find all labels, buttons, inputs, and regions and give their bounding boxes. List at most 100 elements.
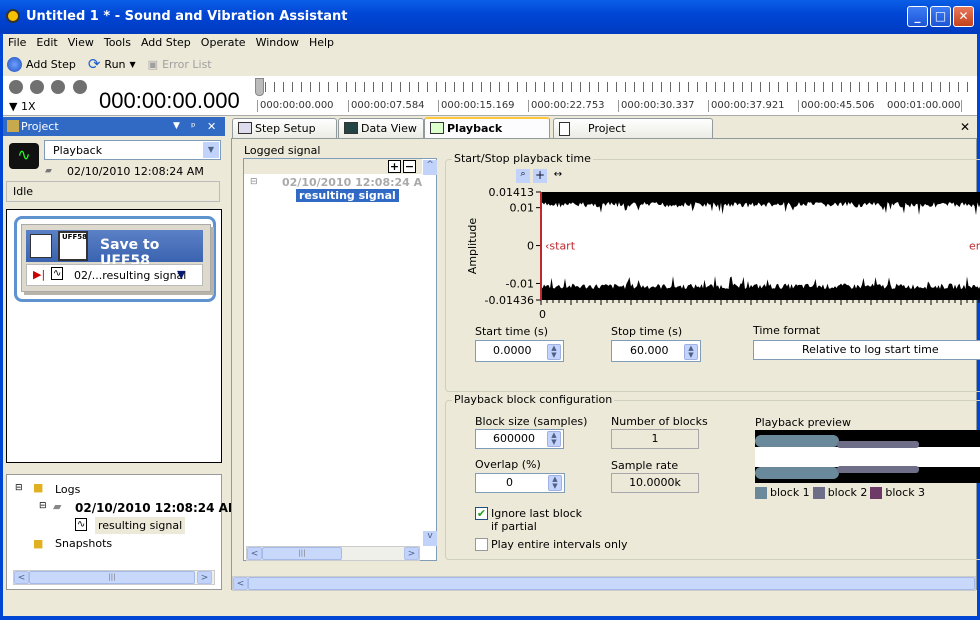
pause-icon[interactable]	[73, 80, 87, 94]
dropdown-arrow-icon[interactable]: ▼	[177, 268, 185, 281]
start-time-input[interactable]: 0.0000 ▲ ▼	[475, 340, 564, 362]
collapse-all-button[interactable]: −	[403, 160, 416, 173]
tree-log[interactable]: 02/10/2010 12:08:24 AM	[75, 501, 240, 515]
overlap-input[interactable]: 0 ▲ ▼	[475, 473, 565, 493]
tree-logs[interactable]: Logs	[55, 483, 80, 496]
menu-add-step[interactable]: Add Step	[136, 34, 196, 52]
timeline-tick	[508, 82, 509, 92]
tab-project-documentation[interactable]: Project Documentation	[553, 118, 713, 154]
timeline-tick	[490, 82, 491, 92]
entire-intervals-checkbox[interactable]	[475, 538, 488, 551]
stop-time-input[interactable]: 60.000 ▲ ▼	[611, 340, 701, 362]
timeline-slider[interactable]: 000:00:00.000 000:00:07.584 000:00:15.169 0…	[255, 78, 973, 114]
pin-icon[interactable]: ᵖ	[191, 117, 196, 136]
waveform-graph[interactable]: 0.01413 0.01 0 -0.01 -0.01436 0 Amplitude ‹star…	[446, 186, 980, 326]
transport-bar: ▼ 1X 000:00:00.000 000:00:00.000 000:00:0…	[3, 76, 977, 116]
menu-operate[interactable]: Operate	[196, 34, 251, 52]
pan-icon[interactable]: ↔	[550, 169, 566, 183]
timeline-label: 000:00:45.506	[798, 100, 875, 112]
timeline-tick	[598, 82, 599, 92]
plus-icon	[7, 56, 22, 72]
block-config-group: Playback block configuration Block size …	[445, 393, 980, 560]
tree-signal[interactable]: resulting signal	[95, 517, 186, 534]
timeline-tick	[859, 82, 860, 92]
end-cursor-label: end	[969, 240, 980, 253]
timeline-tick	[625, 82, 626, 92]
add-step-button[interactable]: Add Step	[3, 56, 80, 72]
collapse-icon[interactable]: ⊟	[39, 501, 47, 511]
timeline-tick	[526, 82, 527, 92]
overlap-value: 0	[506, 476, 513, 489]
tree-snapshots[interactable]: Snapshots	[55, 537, 112, 550]
horizontal-scrollbar[interactable]: < ||| >	[13, 570, 215, 585]
menu-view[interactable]: View	[63, 34, 99, 52]
horizontal-scrollbar[interactable]: < ||| >	[246, 546, 420, 561]
timeline-tick	[670, 82, 671, 92]
step-back-icon[interactable]	[30, 80, 44, 94]
zoom-icon[interactable]: ⌕	[516, 169, 530, 183]
ignore-last-checkbox[interactable]: ✔	[475, 507, 488, 520]
expand-all-button[interactable]: +	[388, 160, 401, 173]
timeline-tick	[283, 82, 284, 92]
close-button[interactable]: ✕	[953, 6, 974, 27]
spinner-icon[interactable]: ▲ ▼	[548, 475, 562, 491]
log-time: 02/10/2010 12:08:24 AM	[67, 165, 204, 178]
close-tab-icon[interactable]: ✕	[960, 120, 970, 134]
logged-log[interactable]: 02/10/2010 12:08:24 AM	[282, 176, 422, 189]
timeline-tick	[805, 82, 806, 92]
minimize-button[interactable]: _	[907, 6, 928, 27]
collapse-icon[interactable]: ⊟	[250, 177, 258, 187]
tab-data-view[interactable]: Data View	[338, 118, 424, 138]
tab-step-setup[interactable]: Step Setup	[232, 118, 337, 138]
menu-edit[interactable]: Edit	[31, 34, 62, 52]
panel-close-icon[interactable]: ✕	[207, 117, 216, 136]
timeline-tick	[391, 82, 392, 92]
cursor-icon[interactable]: +	[533, 169, 547, 183]
run-button[interactable]: ⟳ Run ▼	[84, 55, 140, 73]
step-input[interactable]: ▶| ∿ 02/...resulting signal ▼	[26, 264, 203, 286]
menu-file[interactable]: File	[3, 34, 31, 52]
time-format-select[interactable]: Relative to log start time	[753, 340, 980, 360]
project-title: Project	[21, 120, 59, 133]
project-panel: Project ▼ ᵖ ✕ ∿ Playback ▼ ▰ 02/10/2010 …	[3, 117, 240, 590]
preview-legend: block 1 block 2 block 3	[755, 486, 925, 499]
timeline-tick	[571, 82, 572, 92]
logged-signal-item[interactable]: resulting signal	[296, 189, 399, 202]
logged-signal-list[interactable]: + − ^ v ⊟ 02/10/2010 12:08:24 AM resulti…	[243, 158, 437, 561]
group-title: Start/Stop playback time	[452, 152, 593, 165]
block-size-input[interactable]: 600000 ▲ ▼	[475, 429, 564, 449]
title-bar: Untitled 1 * - Sound and Vibration Assis…	[0, 0, 980, 34]
scroll-up-icon[interactable]: ^	[423, 160, 437, 175]
maximize-button[interactable]: □	[930, 6, 951, 27]
menu-help[interactable]: Help	[304, 34, 339, 52]
panel-menu-icon[interactable]: ▼	[173, 117, 180, 136]
time-format-label: Time format	[753, 324, 821, 337]
time-display: 000:00:00.000	[99, 88, 240, 113]
tab-playback-options[interactable]: Playback Options	[424, 117, 550, 154]
collapse-icon[interactable]: ⊟	[15, 483, 23, 493]
timeline-thumb[interactable]	[255, 78, 264, 96]
timeline-tick	[463, 82, 464, 92]
refresh-icon: ⟳	[87, 55, 101, 73]
timeline-tick	[706, 82, 707, 92]
scroll-down-icon[interactable]: v	[423, 531, 437, 546]
menu-window[interactable]: Window	[251, 34, 304, 52]
save-uff58-step[interactable]: UFF58 Save to UFF58 ▶| ∿ 02/...resulting…	[21, 224, 211, 292]
panel-horizontal-scrollbar[interactable]: <	[232, 576, 976, 591]
spinner-icon[interactable]: ▲ ▼	[547, 431, 561, 447]
project-icon	[7, 120, 19, 132]
timeline-tick	[301, 82, 302, 92]
spinner-icon[interactable]: ▲ ▼	[547, 344, 561, 360]
spinner-icon[interactable]: ▲ ▼	[684, 344, 698, 360]
error-list-button[interactable]: ▣ Error List	[144, 58, 216, 71]
loop-icon[interactable]	[9, 80, 23, 94]
playback-speed[interactable]: ▼ 1X	[9, 100, 36, 113]
play-icon[interactable]	[51, 80, 65, 94]
window-title: Untitled 1 * - Sound and Vibration Assis…	[26, 9, 348, 24]
timeline-tick	[742, 82, 743, 92]
timeline-tick	[373, 82, 374, 92]
start-time-value: 0.0000	[493, 344, 532, 357]
menu-tools[interactable]: Tools	[99, 34, 136, 52]
timeline-tick	[967, 82, 968, 92]
mode-select[interactable]: Playback ▼	[44, 140, 221, 160]
